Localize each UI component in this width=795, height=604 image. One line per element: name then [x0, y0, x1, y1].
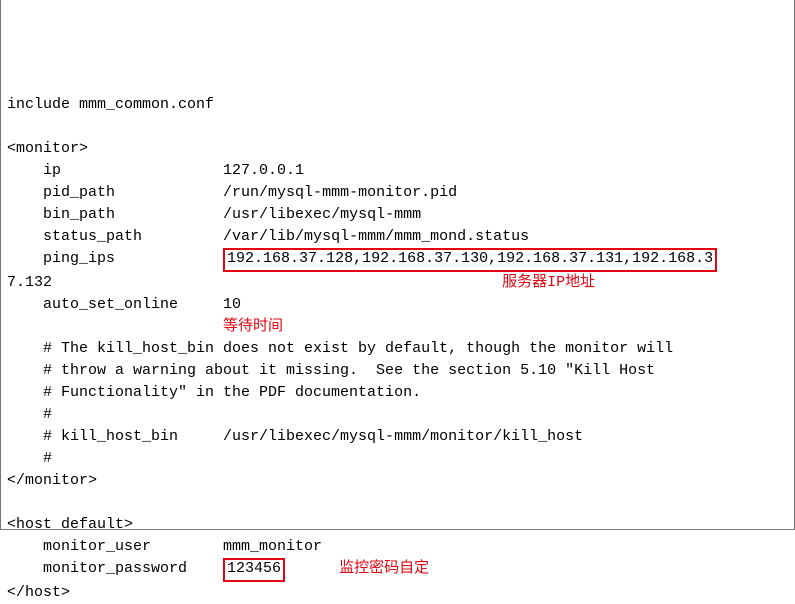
- host-tag-close: </host>: [7, 584, 70, 601]
- config-value-monitor-password: 123456: [227, 560, 281, 577]
- annotation-password-prefix: [285, 560, 339, 577]
- comment-line-3: # Functionality" in the PDF documentatio…: [7, 384, 421, 401]
- config-key-auto-set-online: auto_set_online: [7, 296, 223, 313]
- comment-line-1: # The kill_host_bin does not exist by de…: [7, 340, 673, 357]
- config-value-ping-ips-wrap: 7.132: [7, 274, 52, 291]
- config-include-line: include mmm_common.conf: [7, 96, 214, 113]
- config-value-bin-path: /usr/libexec/mysql-mmm: [223, 206, 421, 223]
- config-key-ip: ip: [7, 162, 223, 179]
- config-value-pid-path: /run/mysql-mmm-monitor.pid: [223, 184, 457, 201]
- config-value-status-path: /var/lib/mysql-mmm/mmm_mond.status: [223, 228, 529, 245]
- monitor-tag-close: </monitor>: [7, 472, 97, 489]
- config-value-monitor-user: mmm_monitor: [223, 538, 322, 555]
- config-key-monitor-password: monitor_password: [7, 560, 223, 577]
- highlight-ping-ips: 192.168.37.128,192.168.37.130,192.168.37…: [223, 248, 717, 272]
- config-value-ip: 127.0.0.1: [223, 162, 304, 179]
- annotation-wait-time: 等待时间: [223, 318, 283, 335]
- comment-line-4: #: [7, 406, 52, 423]
- config-value-auto-set-online: 10: [223, 296, 241, 313]
- annotation-password: 监控密码自定: [339, 560, 429, 577]
- comment-line-6: #: [7, 450, 52, 467]
- host-tag-open: <host default>: [7, 516, 133, 533]
- config-key-monitor-user: monitor_user: [7, 538, 223, 555]
- annotation-server-ip: 服务器IP地址: [502, 274, 595, 291]
- config-key-ping-ips: ping_ips: [7, 250, 223, 267]
- config-key-status-path: status_path: [7, 228, 223, 245]
- config-key-pid-path: pid_path: [7, 184, 223, 201]
- config-value-ping-ips: 192.168.37.128,192.168.37.130,192.168.37…: [227, 250, 713, 267]
- comment-line-2: # throw a warning about it missing. See …: [7, 362, 655, 379]
- comment-line-5: # kill_host_bin /usr/libexec/mysql-mmm/m…: [7, 428, 583, 445]
- annotation-server-ip-prefix: [52, 274, 502, 291]
- highlight-monitor-password: 123456: [223, 558, 285, 582]
- config-key-bin-path: bin_path: [7, 206, 223, 223]
- annotation-wait-time-prefix: [7, 318, 223, 335]
- monitor-tag-open: <monitor>: [7, 140, 88, 157]
